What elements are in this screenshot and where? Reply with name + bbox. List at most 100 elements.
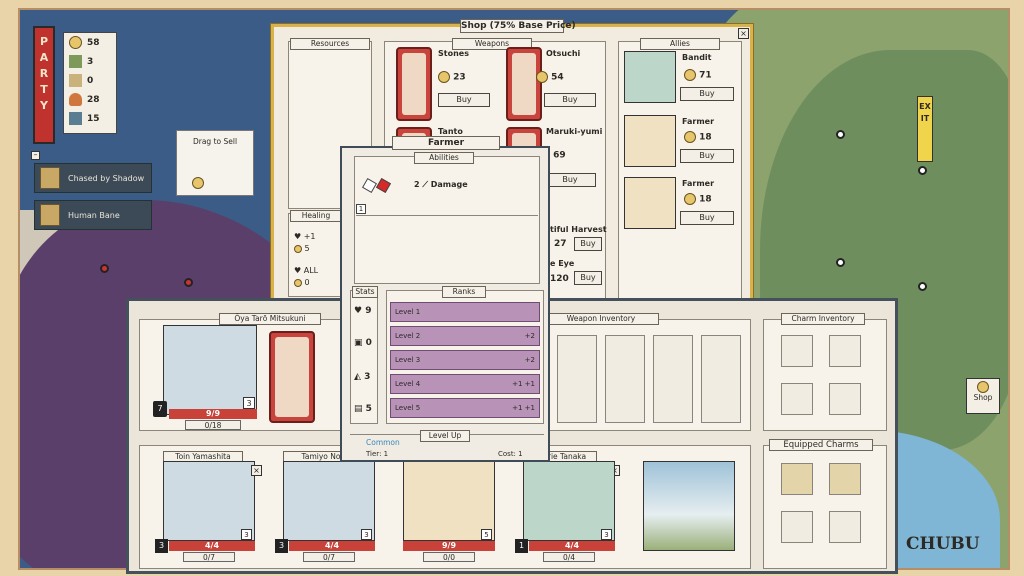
member-slots: 5 xyxy=(481,529,492,540)
farmer-portrait[interactable] xyxy=(624,177,676,229)
party-label: PARTY xyxy=(39,35,49,112)
empty-member-slot[interactable] xyxy=(643,461,735,551)
resource-row: 15 xyxy=(64,109,116,128)
equipped-charm-slot[interactable] xyxy=(829,463,861,495)
ally-name: Farmer xyxy=(682,117,715,126)
member-level: 1 xyxy=(515,539,528,553)
member-level: 3 xyxy=(155,539,168,553)
buy-otsuchi-button[interactable]: Buy xyxy=(544,93,596,107)
stat-armor: ▣ 0 xyxy=(354,338,372,348)
coin-icon xyxy=(192,177,204,189)
member-xp: 0/7 xyxy=(303,552,355,562)
resource-panel: 58 3 0 28 15 xyxy=(63,32,117,134)
charm-slot[interactable] xyxy=(829,383,861,415)
resource-row: 58 xyxy=(64,33,116,52)
shop-coin-icon xyxy=(977,381,989,393)
map-node[interactable] xyxy=(918,282,927,291)
stat-health: ♥ 9 xyxy=(354,306,372,316)
charm-slot[interactable] xyxy=(781,383,813,415)
collapse-toggle[interactable]: – xyxy=(31,151,40,160)
farmer-tooltip: Farmer Abilities 2 ⟋ Damage 1 Stats ♥ 9 … xyxy=(340,136,550,462)
equipped-charm-slot[interactable] xyxy=(829,511,861,543)
close-icon[interactable]: × xyxy=(738,28,749,39)
charm-name: e Eye xyxy=(550,259,575,268)
exit-marker[interactable]: EXIT xyxy=(917,96,933,162)
rank-row: Level 2 +2 xyxy=(390,326,540,346)
drag-to-sell-label: Drag to Sell xyxy=(192,137,238,146)
member-xp: 0/0 xyxy=(423,552,475,562)
weapon-slot[interactable] xyxy=(701,335,741,423)
dismiss-member-icon[interactable]: × xyxy=(251,465,262,476)
buy-charm-button[interactable]: Buy xyxy=(574,271,602,285)
stat-speed: ◭ 3 xyxy=(354,372,371,382)
charm-price: 120 xyxy=(550,274,569,284)
stat-focus: ▤ 5 xyxy=(354,404,372,414)
rice-icon xyxy=(69,74,82,87)
member-hp: 4/4 xyxy=(529,541,615,551)
map-node[interactable] xyxy=(836,258,845,267)
weapon-name: Maruki-yumi xyxy=(546,127,603,136)
ability-level: 1 xyxy=(356,204,366,214)
ally-price: 18 xyxy=(684,193,712,205)
rank-row: Level 3 +2 xyxy=(390,350,540,370)
member-xp: 0/7 xyxy=(183,552,235,562)
map-node[interactable] xyxy=(184,278,193,287)
otsuchi-card[interactable] xyxy=(506,47,542,121)
rarity-label: Common xyxy=(366,438,400,447)
leader-name: Ōya Tarō Mitsukuni xyxy=(219,313,321,325)
buy-maruki-yumi-button[interactable]: Buy xyxy=(544,173,596,187)
map-node[interactable] xyxy=(836,130,845,139)
leader-slots: 3 xyxy=(243,397,255,409)
buy-farmer-button[interactable]: Buy xyxy=(680,211,734,225)
leader-level-badge: 7 xyxy=(153,401,167,417)
map-node[interactable] xyxy=(918,166,927,175)
level-up-cost: Cost: 1 xyxy=(498,450,523,458)
healing-header: Healing xyxy=(290,210,342,222)
map-node-current[interactable] xyxy=(100,264,109,273)
stats-header: Stats xyxy=(352,286,378,298)
ally-price: 71 xyxy=(684,69,712,81)
equipped-charm-slot[interactable] xyxy=(781,511,813,543)
resource-value: 58 xyxy=(87,37,100,48)
farmer-portrait[interactable] xyxy=(624,115,676,167)
shop-title: Shop (75% Base Price) xyxy=(460,19,576,33)
status-label: Chased by Shadow xyxy=(68,173,145,183)
member-xp: 0/4 xyxy=(543,552,595,562)
member-slots: 3 xyxy=(241,529,252,540)
charm-slot[interactable] xyxy=(781,335,813,367)
level-up-button[interactable]: Level Up xyxy=(420,430,470,442)
weapon-slot[interactable] xyxy=(653,335,693,423)
buy-bandit-button[interactable]: Buy xyxy=(680,87,734,101)
equipped-charm-slot[interactable] xyxy=(781,463,813,495)
oni-mask-icon xyxy=(40,204,60,226)
status-chased[interactable]: Chased by Shadow xyxy=(34,163,152,193)
resource-value: 3 xyxy=(87,56,94,67)
status-human-bane[interactable]: Human Bane xyxy=(34,200,152,230)
buy-farmer-button[interactable]: Buy xyxy=(680,149,734,163)
divider xyxy=(356,215,538,216)
stones-card[interactable] xyxy=(396,47,432,121)
heal-all: ♥ ALL 0 xyxy=(294,266,319,287)
sell-drop-zone[interactable]: Drag to Sell xyxy=(176,130,254,196)
weapon-slot[interactable] xyxy=(557,335,597,423)
weapon-slot[interactable] xyxy=(605,335,645,423)
buy-charm-button[interactable]: Buy xyxy=(574,237,602,251)
party-tab[interactable]: PARTY xyxy=(33,26,55,144)
rank-row: Level 5 +1 +1 xyxy=(390,398,540,418)
resources-header: Resources xyxy=(290,38,370,50)
charm-slot[interactable] xyxy=(829,335,861,367)
ally-price: 18 xyxy=(684,131,712,143)
leader-xp: 0/18 xyxy=(185,420,241,430)
bamboo-icon xyxy=(69,55,82,68)
bandit-portrait[interactable] xyxy=(624,51,676,103)
resource-row: 0 xyxy=(64,71,116,90)
member-slots: 3 xyxy=(361,529,372,540)
shadow-icon xyxy=(40,167,60,189)
member-slots: 3 xyxy=(601,529,612,540)
region-name: CHUBU xyxy=(906,534,980,554)
heal-one: ♥ +1 5 xyxy=(294,232,316,253)
equipped-weapon-card[interactable] xyxy=(269,331,315,423)
map-shop-label: Shop xyxy=(973,393,993,402)
map-shop-marker[interactable]: Shop xyxy=(966,378,1000,414)
buy-stones-button[interactable]: Buy xyxy=(438,93,490,107)
